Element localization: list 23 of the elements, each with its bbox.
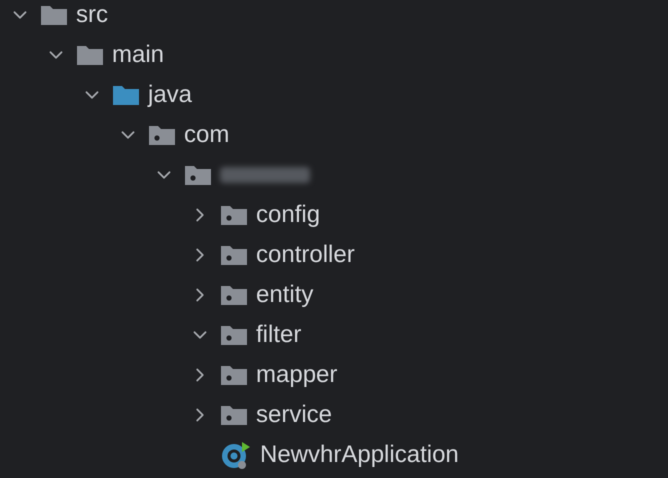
folder-icon <box>76 44 104 66</box>
tree-item-label[interactable]: com <box>184 123 230 147</box>
tree-item-label[interactable]: entity <box>256 283 314 307</box>
run-class-icon <box>220 440 252 470</box>
tree-item-label[interactable]: filter <box>256 323 302 347</box>
tree-item-label[interactable]: NewvhrApplication <box>260 443 459 467</box>
tree-item-label[interactable]: mapper <box>256 363 338 387</box>
package-folder-icon <box>220 244 248 266</box>
package-folder-icon <box>220 204 248 226</box>
folder-icon <box>40 4 68 26</box>
package-folder-icon <box>148 124 176 146</box>
tree-item-label[interactable]: src <box>76 3 108 27</box>
package-folder-icon <box>220 284 248 306</box>
tree-item-label[interactable]: config <box>256 203 320 227</box>
tree-item-label[interactable]: main <box>112 43 164 67</box>
package-folder-icon <box>220 324 248 346</box>
tree-item-label[interactable]: service <box>256 403 332 427</box>
package-folder-icon <box>220 404 248 426</box>
package-folder-icon <box>220 364 248 386</box>
package-folder-icon <box>184 164 212 186</box>
folder-icon <box>112 84 140 106</box>
tree-item-label[interactable]: java <box>148 83 192 107</box>
tree-item-label[interactable]: controller <box>256 243 355 267</box>
